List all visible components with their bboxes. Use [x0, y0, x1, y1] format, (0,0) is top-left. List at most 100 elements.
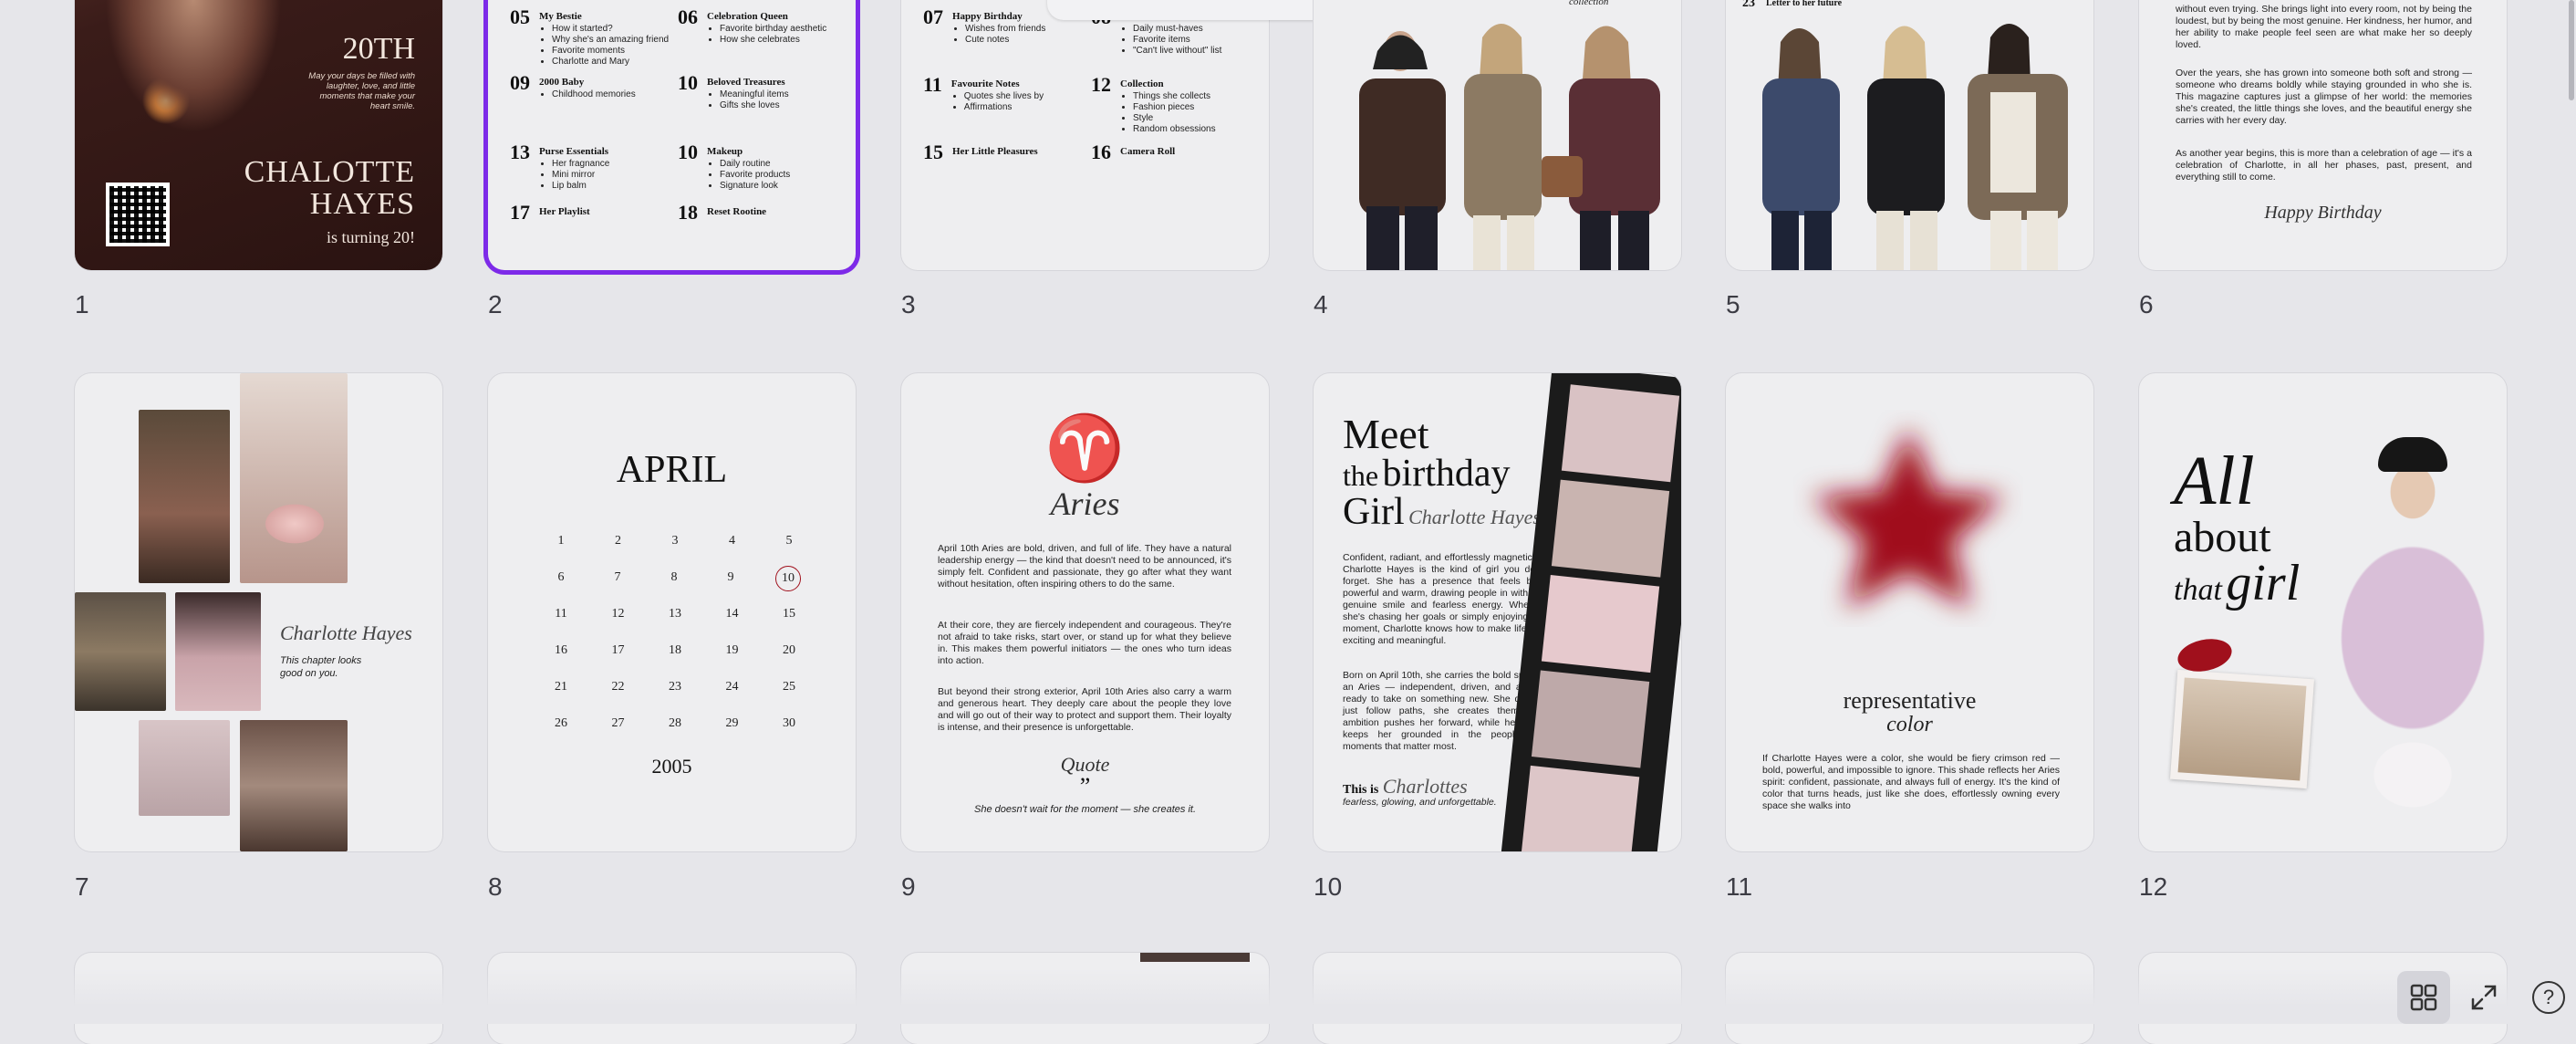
- page-thumbnail-4[interactable]: collection: [1314, 0, 1681, 270]
- calendar-week: 26 27 28 29 30: [543, 716, 807, 731]
- toc-entry-number: 07: [923, 5, 943, 28]
- aries-paragraph-2: At their core, they are fiercely indepen…: [938, 620, 1231, 666]
- toc-entry-title: Reset Rootine: [707, 206, 767, 217]
- page-thumbnail-3[interactable]: 07 Happy Birthday Wishes from friendsCute …: [901, 0, 1269, 270]
- calendar-day-circled: 10: [775, 566, 801, 591]
- this-is-label: This is: [1343, 783, 1379, 797]
- calendar-day: 8: [670, 570, 678, 584]
- toc-entry-title: My Bestie: [539, 11, 582, 22]
- help-button[interactable]: ?: [2522, 971, 2575, 1024]
- page-thumbnail-5[interactable]: 23 Letter to her future: [1726, 0, 2093, 270]
- toc-subitem: Daily routine: [720, 159, 790, 170]
- party-photo: [139, 410, 230, 583]
- fullscreen-button[interactable]: [2457, 971, 2510, 1024]
- toc-subitem: How it started?: [552, 24, 669, 35]
- toc-subitem: "Can't live without" list: [1133, 46, 1221, 57]
- page-number: 2: [488, 290, 503, 318]
- qr-code-icon: [106, 183, 170, 246]
- meet-tagline: fearless, glowing, and unforgettable.: [1343, 797, 1497, 808]
- calendar-day: 13: [669, 607, 681, 621]
- page-thumbnail-7[interactable]: Charlotte Hayes This chapter looks good …: [75, 373, 442, 851]
- toc-entry-title: Her Playlist: [539, 206, 590, 217]
- toc-subitem: Style: [1133, 113, 1216, 124]
- toc-entry-title: Happy Birthday: [952, 11, 1023, 22]
- calendar-day: 6: [557, 570, 565, 584]
- toc-subitem: Favorite moments: [552, 46, 669, 57]
- calendar-day: 24: [725, 680, 739, 694]
- toc-entry-number: 06: [678, 5, 698, 28]
- toc-subitem: Why she's an amazing friend: [552, 35, 669, 46]
- page-thumbnail-6[interactable]: without even trying. She brings light in…: [2139, 0, 2507, 270]
- calendar-day: 23: [669, 680, 681, 694]
- toc-subitem: Signature look: [720, 181, 790, 192]
- toc-entry-number: 13: [510, 141, 530, 163]
- toc-subitem: Fashion pieces: [1133, 102, 1216, 113]
- page-thumbnail-12[interactable]: All about that girl: [2139, 373, 2507, 851]
- toc-entry-title: Purse Essentials: [539, 146, 609, 157]
- meet-heading-2a: the: [1343, 459, 1379, 492]
- page-number: 4: [1314, 290, 1328, 318]
- representative-paragraph: If Charlotte Hayes were a color, she wou…: [1762, 753, 2060, 811]
- fullscreen-icon: [2471, 985, 2497, 1010]
- quote-mark-icon: ”: [1079, 773, 1091, 799]
- toc-entry-number: 09: [510, 71, 530, 94]
- page6-signature: Happy Birthday: [2264, 203, 2382, 223]
- cover-age: 20TH: [342, 32, 415, 66]
- page-thumbnail-8[interactable]: APRIL 1 2 3 4 5 6 7 8 9 10 11 12 13 14 15 16 17 18 19 20 21 2…: [488, 373, 856, 851]
- grid-view-icon: [2410, 984, 2437, 1011]
- page-thumbnail-9[interactable]: ♈ Aries April 10th Aries are bold, drive…: [901, 373, 1269, 851]
- meet-paragraph-1: Confident, radiant, and effortlessly mag…: [1343, 552, 1545, 646]
- page-thumbnail-10[interactable]: Meet the birthday Girl Charlotte Hayes C…: [1314, 373, 1681, 851]
- toc-subitem: Daily must-haves: [1133, 24, 1221, 35]
- toc-entry-number: 10: [678, 141, 698, 163]
- toc-entry-number: 17: [510, 201, 530, 224]
- film-strip: [1499, 373, 1681, 851]
- fashion-photo-collage: [1762, 24, 2068, 270]
- toc-entry: 17 Her Playlist: [510, 201, 590, 224]
- toc-subitem: Wishes from friends: [965, 24, 1045, 35]
- aries-symbol-icon: ♈: [1044, 414, 1126, 485]
- toc-entry-title: 2000 Baby: [539, 77, 585, 88]
- calendar-week: 11 12 13 14 15: [543, 607, 807, 621]
- toc-entry: 10 Makeup Daily routineFavorite productsSi…: [678, 141, 790, 192]
- glasses-photo: [240, 720, 348, 851]
- toc-subitem: How she celebrates: [720, 35, 826, 46]
- toc-entry-title: Celebration Queen: [707, 11, 788, 22]
- calendar-day: 19: [725, 643, 739, 657]
- meet-script-name: Charlotte Hayes: [1408, 506, 1541, 528]
- calendar-day: 20: [783, 643, 795, 657]
- page-number: 11: [1726, 872, 1753, 901]
- quote-text: She doesn't wait for the moment — she cr…: [974, 804, 1196, 815]
- vertical-scrollbar[interactable]: [2569, 0, 2574, 100]
- page-thumbnail-11[interactable]: representative color If Charlotte Hayes …: [1726, 373, 2093, 851]
- toc-entry-subitems: Things she collectsFashion piecesStyleRa…: [1120, 91, 1216, 135]
- toc-subitem: Quotes she lives by: [964, 91, 1044, 102]
- polaroid-photo: [2169, 669, 2315, 789]
- toc-subitem: Lip balm: [552, 181, 609, 192]
- calendar-day: 25: [783, 680, 795, 694]
- page-thumbnail-2[interactable]: 05 My Bestie How it started?Why she's an a…: [488, 0, 856, 270]
- calendar-day: 5: [785, 534, 793, 548]
- toc-subitem: Mini mirror: [552, 170, 609, 181]
- page-thumbnail-1[interactable]: 20TH May your days be filled with laught…: [75, 0, 442, 270]
- girl-heading: girl: [2226, 555, 2301, 611]
- toc-entry-subitems: Meaningful itemsGifts she loves: [707, 89, 789, 111]
- toc-entry: 12 Collection Things she collectsFashion p…: [1091, 73, 1216, 135]
- toc-entry-number: 05: [510, 5, 530, 28]
- fashion-photo-collage: [1359, 24, 1660, 270]
- calendar-day: 4: [729, 534, 735, 548]
- toc-entry-number: 11: [923, 73, 942, 96]
- toc-entry-subitems: Daily must-havesFavorite items"Can't liv…: [1120, 24, 1221, 57]
- toc-entry-title: Favourite Notes: [950, 78, 1020, 89]
- cover-turning: is turning 20!: [327, 228, 415, 246]
- toc-entry-title: Makeup: [707, 146, 743, 157]
- model-photo: [2312, 428, 2504, 851]
- calendar-day: 28: [669, 716, 681, 730]
- grid-view-button[interactable]: [2397, 971, 2450, 1024]
- red-star-shape: [1813, 428, 2004, 609]
- calendar-year: 2005: [651, 755, 692, 778]
- page-number: 1: [75, 290, 89, 318]
- toc-entry: 13 Purse Essentials Her fragnanceMini mirr…: [510, 141, 609, 192]
- help-icon: ?: [2532, 981, 2565, 1014]
- page-number: 7: [75, 872, 89, 901]
